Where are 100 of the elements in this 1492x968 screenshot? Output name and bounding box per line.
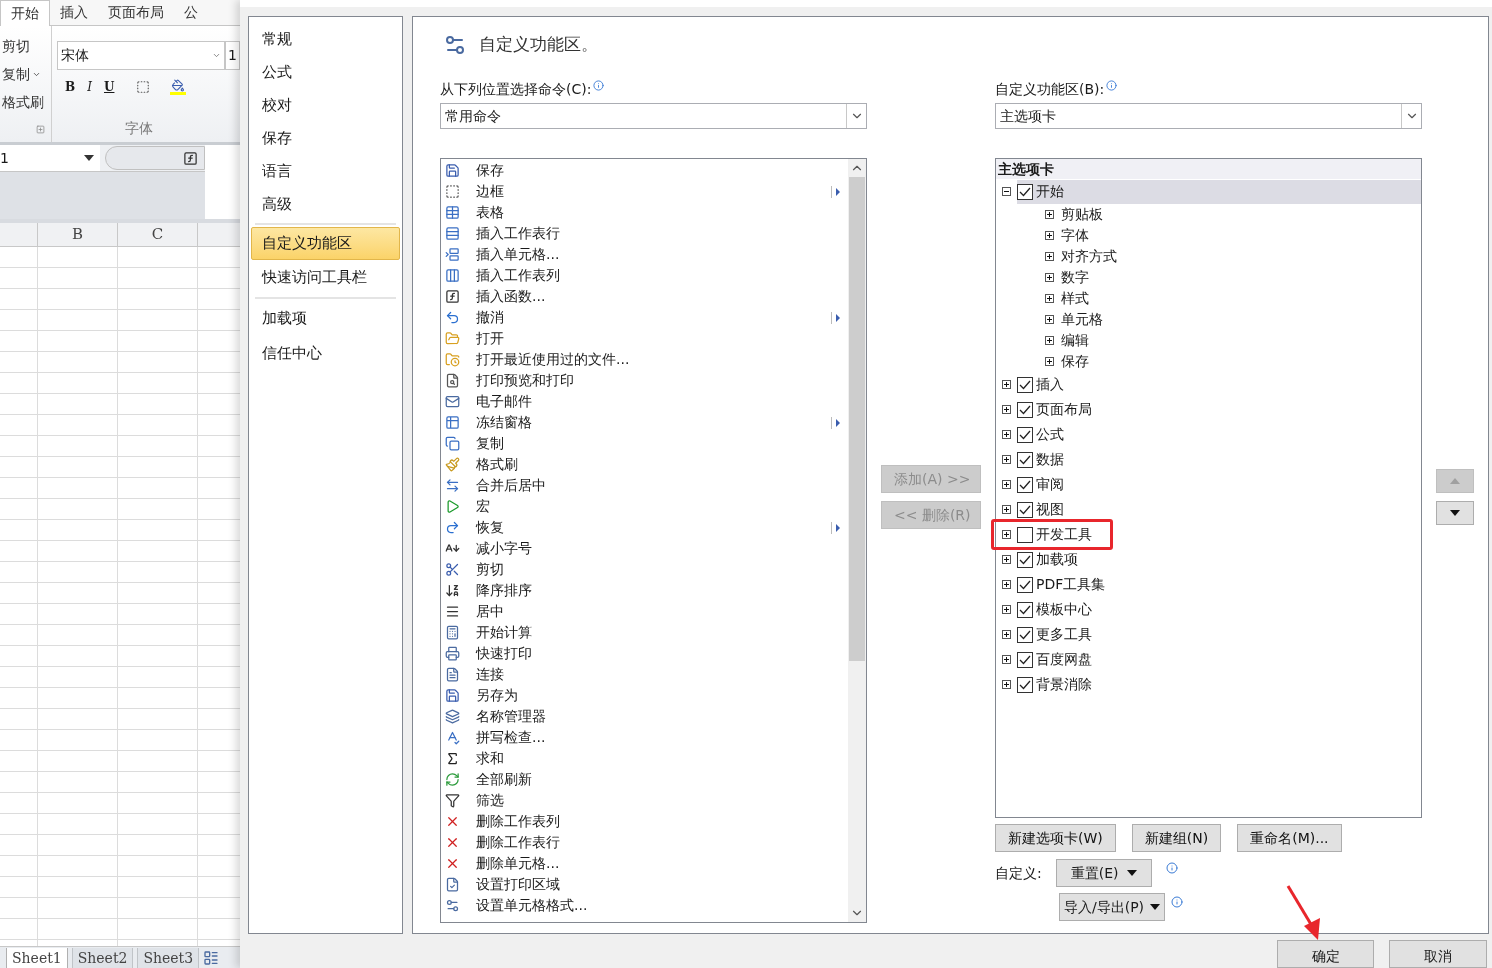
command-source-dropdown[interactable]: 常用命令 — [440, 103, 867, 129]
expand-icon[interactable] — [1002, 630, 1011, 639]
expand-icon[interactable] — [1002, 380, 1011, 389]
reset-button[interactable]: 重置(E) — [1055, 859, 1152, 887]
command-item[interactable]: 开始计算 — [441, 622, 848, 643]
expand-icon[interactable] — [1045, 210, 1054, 219]
underline-button[interactable]: U — [104, 78, 115, 96]
nav-item[interactable]: 保存 — [251, 122, 400, 155]
command-item[interactable]: 合并后居中 — [441, 475, 848, 496]
tree-item[interactable]: PDF工具集 — [1036, 574, 1106, 595]
tree-item[interactable]: 对齐方式 — [1061, 246, 1117, 267]
ribbon-tab[interactable]: 公 — [174, 0, 208, 25]
expand-icon[interactable] — [1002, 655, 1011, 664]
expand-icon[interactable] — [1002, 530, 1011, 539]
nav-item[interactable]: 加载项 — [251, 301, 400, 336]
command-item[interactable]: 表格 — [441, 202, 848, 223]
cell-grid[interactable] — [0, 247, 240, 946]
tree-item[interactable]: 编辑 — [1061, 330, 1089, 351]
checkbox[interactable] — [1017, 576, 1033, 593]
font-size-field[interactable]: 1 — [225, 41, 240, 70]
clipboard-command[interactable]: 复制 — [0, 64, 52, 84]
tree-item[interactable]: 页面布局 — [1036, 399, 1092, 420]
command-item[interactable]: 降序排序 — [441, 580, 848, 601]
command-item[interactable]: 边框 — [441, 181, 848, 202]
command-item[interactable]: 另存为 — [441, 685, 848, 706]
command-item[interactable]: 全部刷新 — [441, 769, 848, 790]
ribbon-tab[interactable]: 插入 — [50, 0, 98, 25]
tree-item[interactable]: 更多工具 — [1036, 624, 1092, 645]
column-header[interactable]: B — [72, 223, 83, 246]
command-item[interactable]: 恢复 — [441, 517, 848, 538]
expand-icon[interactable] — [1045, 315, 1054, 324]
collapse-icon[interactable] — [1002, 187, 1011, 196]
formula-input[interactable] — [205, 144, 240, 172]
nav-item[interactable]: 高级 — [251, 188, 400, 221]
action-button[interactable]: 重命名(M)... — [1237, 824, 1342, 852]
checkbox[interactable] — [1017, 551, 1033, 568]
checkbox[interactable] — [1017, 401, 1033, 418]
command-item[interactable]: 快速打印 — [441, 643, 848, 664]
column-header[interactable]: C — [151, 223, 164, 246]
border-icon[interactable] — [136, 80, 151, 94]
ribbon-tab[interactable]: 开始 — [0, 0, 50, 26]
sheet-tab[interactable]: Sheet1 — [6, 948, 68, 968]
command-item[interactable]: 插入单元格... — [441, 244, 848, 265]
checkbox[interactable] — [1017, 676, 1033, 693]
move-down-button[interactable] — [1436, 501, 1474, 525]
expand-icon[interactable] — [1045, 273, 1054, 282]
tree-item[interactable]: 单元格 — [1061, 309, 1103, 330]
nav-item[interactable]: 信任中心 — [251, 336, 400, 371]
nav-item[interactable]: 公式 — [251, 56, 400, 89]
command-item[interactable]: 拼写检查... — [441, 727, 848, 748]
checkbox[interactable] — [1017, 426, 1033, 443]
expand-icon[interactable] — [1045, 294, 1054, 303]
tree-item[interactable]: 审阅 — [1036, 474, 1064, 495]
expand-icon[interactable] — [1002, 455, 1011, 464]
tree-item[interactable]: 开始 — [1036, 181, 1064, 202]
font-field[interactable]: 宋体 — [57, 41, 226, 70]
expand-icon[interactable] — [1045, 252, 1054, 261]
expand-icon[interactable] — [1002, 430, 1011, 439]
tree-item[interactable]: 背景消除 — [1036, 674, 1092, 695]
command-item[interactable]: 设置单元格格式... — [441, 895, 848, 916]
command-item[interactable]: 剪切 — [441, 559, 848, 580]
italic-button[interactable]: I — [87, 78, 92, 96]
nav-item[interactable]: 常规 — [251, 23, 400, 56]
tree-item[interactable]: 字体 — [1061, 225, 1089, 246]
action-button[interactable]: 新建选项卡(W) — [995, 824, 1116, 852]
name-box[interactable]: 1 — [0, 145, 100, 171]
ok-button[interactable]: 确定 — [1277, 940, 1374, 968]
action-button[interactable]: 新建组(N) — [1131, 824, 1222, 852]
checkbox[interactable] — [1017, 601, 1033, 618]
command-item[interactable]: 打印预览和打印 — [441, 370, 848, 391]
nav-item[interactable]: 自定义功能区 — [251, 227, 400, 260]
expand-icon[interactable] — [1045, 357, 1054, 366]
command-item[interactable]: 保存 — [441, 160, 848, 181]
command-item[interactable]: 插入工作表列 — [441, 265, 848, 286]
tree-item[interactable]: 开发工具 — [1036, 524, 1092, 545]
tree-item[interactable]: 百度网盘 — [1036, 649, 1092, 670]
tree-item[interactable]: 保存 — [1061, 351, 1089, 372]
expand-icon[interactable] — [1045, 231, 1054, 240]
checkbox[interactable] — [1017, 451, 1033, 468]
checkbox[interactable] — [1017, 376, 1033, 393]
command-item[interactable]: 宏 — [441, 496, 848, 517]
scrollbar[interactable] — [848, 159, 866, 922]
cancel-button[interactable]: 取消 — [1389, 940, 1487, 968]
tree-item[interactable]: 加载项 — [1036, 549, 1078, 570]
expand-icon[interactable] — [1002, 580, 1011, 589]
command-item[interactable]: 居中 — [441, 601, 848, 622]
checkbox[interactable] — [1017, 526, 1033, 543]
tree-item[interactable]: 样式 — [1061, 288, 1089, 309]
tree-item[interactable]: 模板中心 — [1036, 599, 1092, 620]
tree-item[interactable]: 数字 — [1061, 267, 1089, 288]
command-item[interactable]: 求和 — [441, 748, 848, 769]
checkbox[interactable] — [1017, 651, 1033, 668]
ribbon-target-dropdown[interactable]: 主选项卡 — [995, 103, 1422, 129]
nav-item[interactable]: 快速访问工具栏 — [251, 260, 400, 295]
fill-color-icon[interactable] — [170, 79, 187, 95]
tree-item[interactable]: 视图 — [1036, 499, 1064, 520]
command-item[interactable]: 设置打印区域 — [441, 874, 848, 895]
new-sheet-icon[interactable] — [203, 950, 220, 966]
command-item[interactable]: 复制 — [441, 433, 848, 454]
sheet-tab[interactable]: Sheet3 — [137, 948, 200, 968]
